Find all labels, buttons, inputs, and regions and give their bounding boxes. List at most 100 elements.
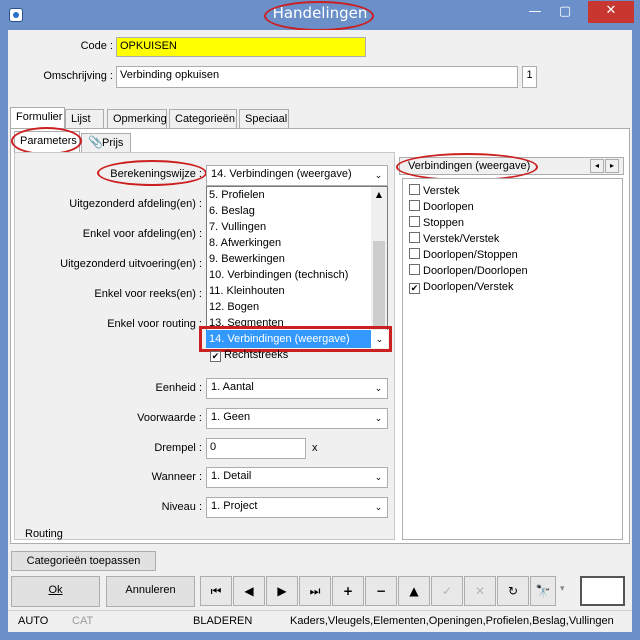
- annotation-title-oval: [264, 1, 374, 31]
- verbinding-item[interactable]: Verstek: [407, 183, 528, 199]
- dropdown-item[interactable]: 10. Verbindingen (technisch): [207, 267, 371, 283]
- verbinding-item[interactable]: Doorlopen/Doorlopen: [407, 263, 528, 279]
- berekeningswijze-select[interactable]: 14. Verbindingen (weergave) ⌄: [206, 165, 388, 186]
- verbinding-item[interactable]: Verstek/Verstek: [407, 231, 528, 247]
- status-mode: BLADEREN: [193, 615, 253, 627]
- paperclip-icon: 📎: [88, 135, 103, 149]
- checkbox-icon[interactable]: [409, 248, 420, 259]
- chevron-right-icon[interactable]: ▸: [605, 159, 619, 173]
- niveau-label: Niveau :: [161, 501, 202, 513]
- dropdown-item[interactable]: 5. Profielen: [207, 187, 371, 203]
- maximize-button[interactable]: ▢: [552, 2, 578, 24]
- drempel-unit: x: [312, 442, 318, 454]
- first-record-icon[interactable]: ⏮: [200, 576, 232, 606]
- voorwaarde-label: Voorwaarde :: [137, 412, 202, 424]
- checkbox-icon[interactable]: ✔: [409, 283, 420, 294]
- verbinding-label: Doorlopen/Doorlopen: [423, 265, 528, 277]
- chevron-down-icon[interactable]: ▾: [560, 584, 565, 594]
- chevron-down-icon[interactable]: ⌄: [370, 498, 387, 517]
- last-record-icon[interactable]: ⏭: [299, 576, 331, 606]
- dropdown-item[interactable]: 11. Kleinhouten: [207, 283, 371, 299]
- eenheid-select[interactable]: 1. Aantal ⌄: [206, 378, 388, 399]
- verbinding-item[interactable]: Doorlopen/Stoppen: [407, 247, 528, 263]
- categorieen-toepassen-button[interactable]: Categorieën toepassen: [11, 551, 156, 571]
- close-button[interactable]: ✕: [588, 1, 634, 23]
- drempel-field[interactable]: 0: [206, 438, 306, 459]
- code-field[interactable]: OPKUISEN: [116, 37, 366, 57]
- refresh-icon[interactable]: ↻: [497, 576, 529, 606]
- verbinding-label: Verstek: [423, 185, 460, 197]
- minimize-button[interactable]: —: [522, 2, 548, 24]
- verbindingen-list[interactable]: Verstek Doorlopen Stoppen Verstek/Verstek Do…: [402, 178, 623, 540]
- voorwaarde-select[interactable]: 1. Geen ⌄: [206, 408, 388, 429]
- scroll-up-icon[interactable]: ▲: [371, 187, 387, 203]
- checkbox-icon[interactable]: [409, 232, 420, 243]
- uitgezonderd-uitvoering-label: Uitgezonderd uitvoering(en) :: [60, 258, 202, 270]
- enkel-reeks-label: Enkel voor reeks(en) :: [94, 288, 202, 300]
- chevron-down-icon[interactable]: ⌄: [370, 468, 387, 487]
- binoculars-icon[interactable]: 🔭: [530, 576, 556, 606]
- cancel-icon[interactable]: ✕: [464, 576, 496, 606]
- wanneer-label: Wanneer :: [151, 471, 202, 483]
- checkbox-icon[interactable]: [409, 184, 420, 195]
- ok-button[interactable]: Ok: [11, 576, 100, 607]
- tab-categorieen[interactable]: Categorieën: [169, 109, 237, 129]
- omschrijving-label: Omschrijving :: [43, 70, 113, 82]
- verbinding-label: Doorlopen/Stoppen: [423, 249, 518, 261]
- routing-label: Routing: [25, 528, 63, 540]
- annuleren-button[interactable]: Annuleren: [106, 576, 195, 607]
- status-auto: AUTO: [18, 615, 49, 627]
- omschrijving-count: 1: [522, 66, 537, 88]
- chevron-down-icon[interactable]: ⌄: [370, 409, 387, 428]
- niveau-select[interactable]: 1. Project ⌄: [206, 497, 388, 518]
- uitgezonderd-afdeling-label: Uitgezonderd afdeling(en) :: [69, 198, 202, 210]
- dropdown-item[interactable]: 9. Bewerkingen: [207, 251, 371, 267]
- verbinding-item[interactable]: ✔ Doorlopen/Verstek: [407, 279, 528, 295]
- berekeningswijze-dropdown[interactable]: 5. Profielen 6. Beslag 7. Vullingen 8. Afwe…: [206, 186, 388, 346]
- tab-opmerking[interactable]: Opmerking: [107, 109, 167, 129]
- record-box[interactable]: [580, 576, 625, 606]
- chevron-down-icon[interactable]: ⌄: [370, 379, 387, 398]
- next-record-icon[interactable]: ▶: [266, 576, 298, 606]
- omschrijving-field[interactable]: Verbinding opkuisen: [116, 66, 518, 88]
- berekeningswijze-value: 14. Verbindingen (weergave): [211, 168, 352, 180]
- annotation-right-panel-oval: [396, 153, 538, 181]
- annotation-berekeningswijze-oval: [97, 160, 207, 186]
- dropdown-scrollbar[interactable]: ▲: [371, 187, 387, 345]
- verbinding-item[interactable]: Stoppen: [407, 215, 528, 231]
- chevron-left-icon[interactable]: ◂: [590, 159, 604, 173]
- edit-up-icon[interactable]: ▲: [398, 576, 430, 606]
- verbinding-item[interactable]: Doorlopen: [407, 199, 528, 215]
- checkbox-icon[interactable]: [409, 264, 420, 275]
- tab-formulier[interactable]: Formulier: [10, 107, 65, 129]
- confirm-icon[interactable]: ✓: [431, 576, 463, 606]
- window: Handelingen — ▢ ✕ Code : OPKUISEN Omschr…: [0, 0, 640, 640]
- tab-speciaal[interactable]: Speciaal: [239, 109, 289, 129]
- delete-record-icon[interactable]: −: [365, 576, 397, 606]
- enkel-afdeling-label: Enkel voor afdeling(en) :: [82, 228, 202, 240]
- verbinding-label: Doorlopen/Verstek: [423, 281, 514, 293]
- subtab-prijs[interactable]: 📎 Prijs: [81, 133, 131, 153]
- tab-lijst[interactable]: Lijst: [65, 109, 104, 129]
- verbinding-label: Doorlopen: [423, 201, 474, 213]
- dropdown-list[interactable]: 5. Profielen 6. Beslag 7. Vullingen 8. Afwe…: [207, 187, 371, 331]
- checkbox-icon[interactable]: ✔: [210, 351, 221, 362]
- enkel-routing-label: Enkel voor routing :: [107, 318, 202, 330]
- eenheid-label: Eenheid :: [155, 382, 202, 394]
- dropdown-item[interactable]: 7. Vullingen: [207, 219, 371, 235]
- voorwaarde-value: 1. Geen: [211, 411, 251, 423]
- dropdown-item[interactable]: 12. Bogen: [207, 299, 371, 315]
- scroll-thumb[interactable]: [373, 241, 385, 327]
- checkbox-icon[interactable]: [409, 200, 420, 211]
- dropdown-item[interactable]: 8. Afwerkingen: [207, 235, 371, 251]
- dropdown-item[interactable]: 6. Beslag: [207, 203, 371, 219]
- chevron-down-icon[interactable]: ⌄: [370, 166, 387, 185]
- rechtstreeks-checkbox[interactable]: ✔ Rechtstreeks: [210, 349, 288, 362]
- add-record-icon[interactable]: +: [332, 576, 364, 606]
- previous-record-icon[interactable]: ◀: [233, 576, 265, 606]
- code-label: Code :: [80, 40, 113, 52]
- verbindingen-items[interactable]: Verstek Doorlopen Stoppen Verstek/Verstek Do…: [407, 183, 528, 295]
- niveau-value: 1. Project: [211, 500, 258, 512]
- wanneer-select[interactable]: 1. Detail ⌄: [206, 467, 388, 488]
- checkbox-icon[interactable]: [409, 216, 420, 227]
